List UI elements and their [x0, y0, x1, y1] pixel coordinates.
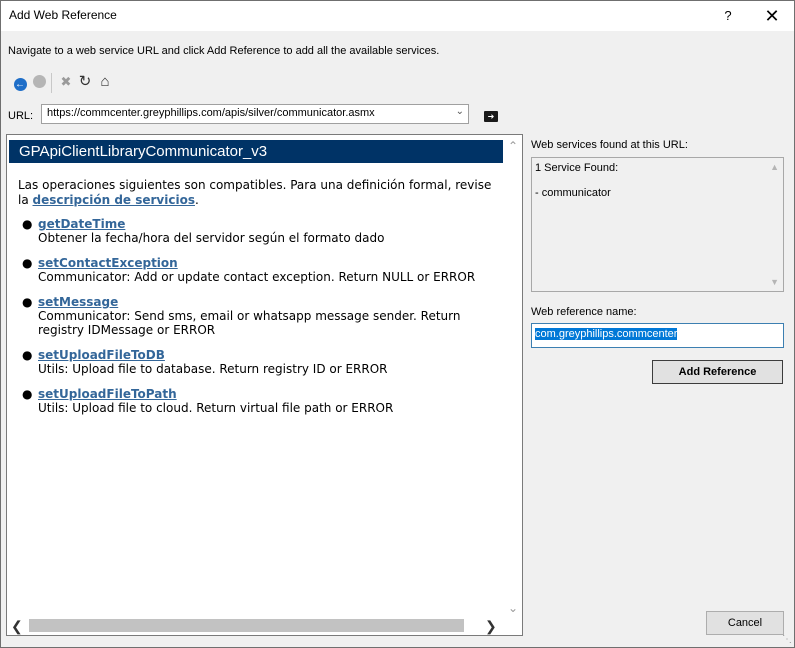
operation-description: Obtener la fecha/hora del servidor según… [38, 231, 385, 245]
bullet-icon: ● [22, 295, 33, 309]
operations-list: ● getDateTime Obtener la fecha/hora del … [18, 217, 502, 426]
refresh-icon: ↻ [78, 73, 92, 90]
resize-grip-icon[interactable]: ⋱ [782, 634, 792, 645]
bullet-icon: ● [22, 348, 33, 362]
back-icon: ← [13, 78, 27, 91]
forward-button[interactable] [30, 73, 48, 91]
reference-name-value: com.greyphillips.commcenter [535, 328, 678, 340]
operation-description: Communicator: Add or update contact exce… [38, 270, 476, 284]
url-value: https://commcenter.greyphillips.com/apis… [47, 107, 375, 119]
operation-link[interactable]: setUploadFileToPath [38, 387, 502, 401]
intro-paragraph: Las operaciones siguientes son compatibl… [18, 178, 502, 208]
operation-link[interactable]: getDateTime [38, 217, 502, 231]
scroll-right-icon[interactable]: ❯ [485, 617, 497, 635]
dialog-title: Add Web Reference [9, 8, 117, 22]
title-bar: Add Web Reference ? ✕ [1, 1, 794, 31]
add-reference-button[interactable]: Add Reference [652, 360, 783, 384]
intro-end: . [194, 193, 199, 207]
instructions-text: Navigate to a web service URL and click … [8, 45, 440, 57]
help-button[interactable]: ? [708, 1, 748, 31]
vertical-scrollbar[interactable]: ⌃ ⌄ [504, 135, 522, 617]
back-button[interactable]: ← [11, 73, 29, 91]
services-found-label: Web services found at this URL: [531, 139, 688, 151]
list-item: ● setUploadFileToDB Utils: Upload file t… [18, 348, 502, 376]
service-title: GPApiClientLibraryCommunicator_v3 [9, 140, 503, 163]
home-button[interactable]: ⌂ [96, 73, 114, 91]
home-icon: ⌂ [100, 73, 110, 90]
bullet-icon: ● [22, 256, 33, 270]
list-item: ● getDateTime Obtener la fecha/hora del … [18, 217, 502, 245]
chevron-down-icon[interactable]: ⌄ [456, 106, 464, 117]
cancel-button[interactable]: Cancel [706, 611, 784, 635]
list-item: ● setMessage Communicator: Send sms, ema… [18, 295, 502, 337]
reference-name-input[interactable]: com.greyphillips.commcenter [531, 323, 784, 348]
stop-button[interactable]: ✖ [57, 73, 75, 91]
refresh-button[interactable]: ↻ [76, 73, 94, 91]
scroll-left-icon[interactable]: ❮ [11, 617, 23, 635]
bullet-icon: ● [22, 387, 33, 401]
list-item: ● setContactException Communicator: Add … [18, 256, 502, 284]
add-web-reference-dialog: Add Web Reference ? ✕ Navigate to a web … [0, 0, 795, 648]
reference-name-label: Web reference name: [531, 306, 637, 318]
scrollbar-thumb[interactable] [29, 619, 464, 632]
stop-icon: ✖ [60, 74, 72, 89]
toolbar-separator [51, 73, 52, 93]
scroll-down-icon[interactable]: ▼ [770, 277, 779, 287]
service-browser-pane: GPApiClientLibraryCommunicator_v3 Las op… [6, 134, 523, 636]
operation-description: Utils: Upload file to database. Return r… [38, 362, 388, 376]
service-description-link[interactable]: descripción de servicios [33, 193, 195, 207]
operation-link[interactable]: setUploadFileToDB [38, 348, 502, 362]
operation-link[interactable]: setContactException [38, 256, 502, 270]
forward-icon [32, 75, 46, 88]
service-item: - communicator [535, 187, 611, 199]
url-label: URL: [8, 110, 34, 122]
go-arrow-icon: ➜ [487, 112, 495, 121]
services-found-list[interactable]: 1 Service Found: - communicator ▲ ▼ [531, 157, 784, 292]
operation-link[interactable]: setMessage [38, 295, 502, 309]
url-combobox[interactable]: https://commcenter.greyphillips.com/apis… [41, 104, 469, 124]
operation-description: Utils: Upload file to cloud. Return virt… [38, 401, 394, 415]
scroll-down-icon[interactable]: ⌄ [504, 601, 522, 615]
scroll-up-icon[interactable]: ▲ [770, 162, 779, 172]
service-count: 1 Service Found: [535, 162, 619, 174]
browser-content: GPApiClientLibraryCommunicator_v3 Las op… [7, 135, 504, 617]
go-button[interactable]: ➜ [484, 111, 498, 122]
operation-description: Communicator: Send sms, email or whatsap… [38, 309, 461, 337]
scroll-up-icon[interactable]: ⌃ [504, 139, 522, 153]
close-button[interactable]: ✕ [750, 1, 794, 31]
bullet-icon: ● [22, 217, 33, 231]
list-item: ● setUploadFileToPath Utils: Upload file… [18, 387, 502, 415]
horizontal-scrollbar[interactable]: ❮ ❯ [7, 617, 522, 635]
